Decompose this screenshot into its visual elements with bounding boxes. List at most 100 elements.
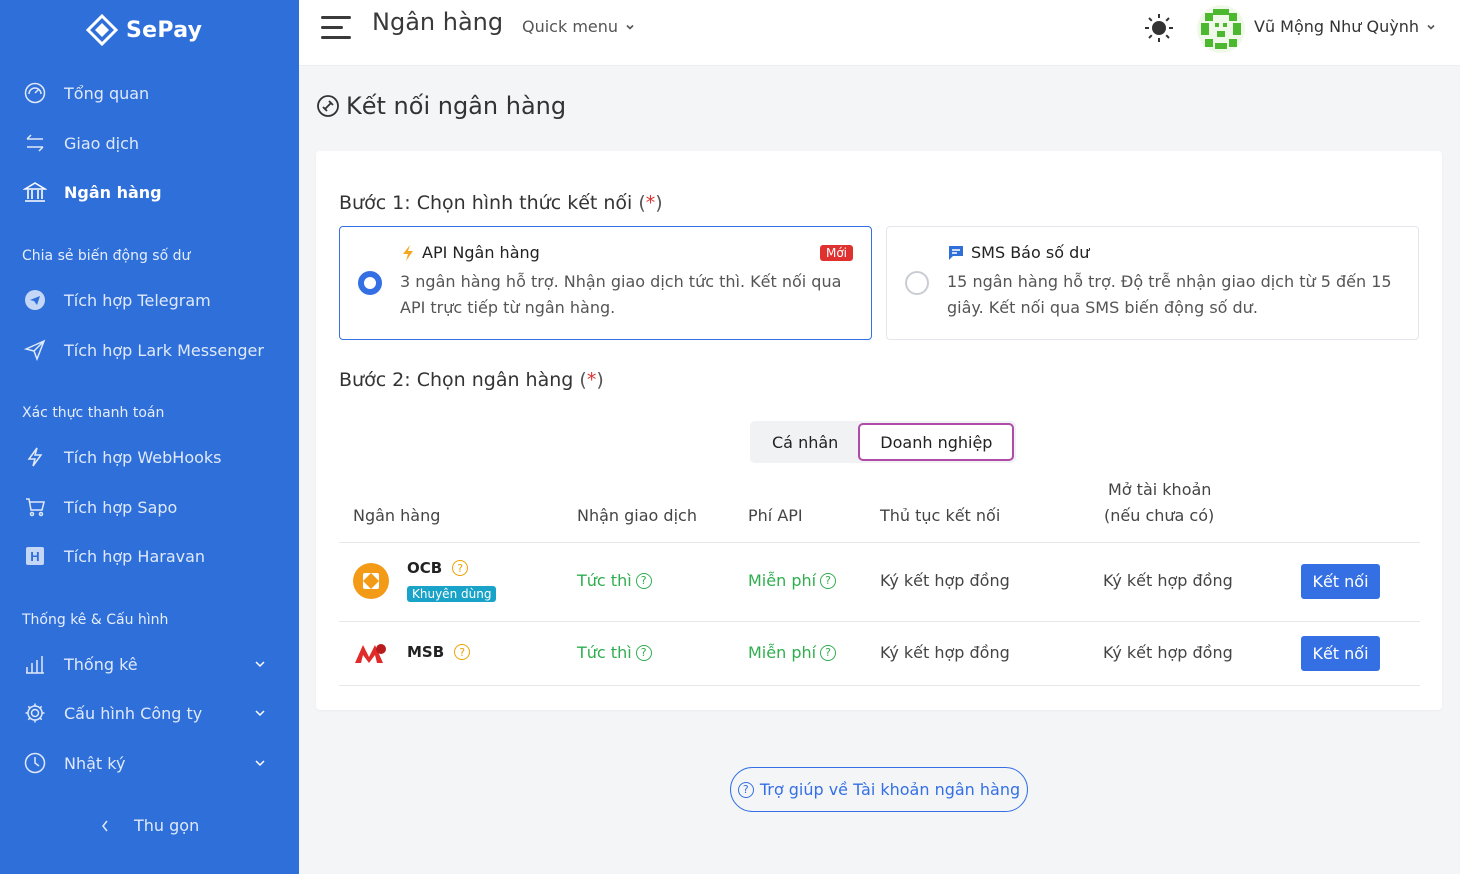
- fee-cell: Miễn phí ?: [748, 571, 837, 590]
- clock-icon: [22, 750, 48, 776]
- theme-toggle-sun-icon[interactable]: [1142, 11, 1176, 45]
- bank-name: OCB: [407, 559, 443, 577]
- toggle-business[interactable]: Doanh nghiệp: [858, 423, 1015, 461]
- collapse-label: Thu gọn: [134, 816, 200, 835]
- help-button-label: Trợ giúp về Tài khoản ngân hàng: [759, 780, 1021, 799]
- content-title: Kết nối ngân hàng: [316, 92, 566, 120]
- account-type-toggle: Cá nhân Doanh nghiệp: [750, 421, 1017, 463]
- sidebar-item-label: Tổng quan: [64, 83, 150, 103]
- haravan-icon: H: [22, 543, 48, 569]
- help-icon[interactable]: ?: [452, 560, 469, 576]
- th-open-line2: (nếu chưa có): [1104, 506, 1215, 525]
- option-sms-desc: 15 ngân hàng hỗ trợ. Độ trễ nhận giao dị…: [947, 272, 1392, 317]
- required-mark: *: [645, 192, 656, 214]
- sidebar-item-label: Ngân hàng: [64, 182, 162, 202]
- help-icon[interactable]: ?: [820, 644, 837, 661]
- bank-icon: [22, 179, 48, 205]
- sidebar-item-overview[interactable]: Tổng quan: [22, 75, 282, 111]
- sidebar-item-company-config[interactable]: Cấu hình Công ty: [22, 695, 282, 731]
- th-bank: Ngân hàng: [353, 506, 441, 525]
- option-sms-title: SMS Báo số dư: [971, 243, 1090, 262]
- receive-cell: Tức thì ?: [577, 643, 652, 662]
- sidebar-item-label: Thống kê: [64, 654, 138, 674]
- quick-menu-label: Quick menu: [522, 17, 619, 36]
- collapse-sidebar-button[interactable]: Thu gọn: [100, 816, 199, 835]
- sidebar-item-label: Tích hợp Lark Messenger: [64, 340, 264, 360]
- sidebar-item-sapo[interactable]: Tích hợp Sapo: [22, 489, 282, 525]
- sidebar-item-bank[interactable]: Ngân hàng: [22, 174, 282, 210]
- sidebar-item-log[interactable]: Nhật ký: [22, 745, 282, 781]
- sidebar-item-haravan[interactable]: H Tích hợp Haravan: [22, 538, 282, 574]
- transactions-icon: [22, 130, 48, 156]
- radio-api-bank[interactable]: [358, 271, 382, 295]
- radio-sms[interactable]: [905, 271, 929, 295]
- send-icon: [22, 337, 48, 363]
- option-api-bank[interactable]: API Ngân hàng Mới 3 ngân hàng hỗ trợ. Nh…: [339, 226, 872, 340]
- sidebar-item-webhooks[interactable]: Tích hợp WebHooks: [22, 439, 282, 475]
- section-stats-label: Thống kê & Cấu hình: [22, 612, 169, 628]
- required-indicator: (*): [579, 369, 604, 391]
- option-api-bank-header: API Ngân hàng: [400, 243, 540, 262]
- lightning-icon: [22, 444, 48, 470]
- lightning-icon: [403, 244, 413, 261]
- help-icon[interactable]: ?: [454, 644, 471, 660]
- toggle-personal[interactable]: Cá nhân: [752, 423, 858, 461]
- sidebar-item-telegram[interactable]: Tích hợp Telegram: [22, 282, 282, 318]
- sidebar-item-label: Tích hợp Telegram: [64, 290, 211, 310]
- sidebar-item-label: Cấu hình Công ty: [64, 703, 203, 723]
- option-sms[interactable]: SMS Báo số dư 15 ngân hàng hỗ trợ. Độ tr…: [886, 226, 1419, 340]
- th-fee: Phí API: [748, 506, 803, 525]
- fee-cell: Miễn phí ?: [748, 643, 837, 662]
- divider: [339, 685, 1420, 686]
- chart-icon: [22, 651, 48, 677]
- step2-title-text: Bước 2: Chọn ngân hàng: [339, 369, 574, 391]
- procedure-cell: Ký kết hợp đồng: [880, 643, 1010, 662]
- section-verify-label: Xác thực thanh toán: [22, 405, 165, 421]
- th-procedure: Thủ tục kết nối: [880, 506, 1001, 525]
- svg-text:H: H: [30, 549, 39, 564]
- procedure-cell: Ký kết hợp đồng: [880, 571, 1010, 590]
- chevron-left-icon: [102, 820, 108, 831]
- receive-cell: Tức thì ?: [577, 571, 652, 590]
- sidebar-item-statistics[interactable]: Thống kê: [22, 646, 282, 682]
- sidebar-item-transactions[interactable]: Giao dịch: [22, 125, 282, 161]
- bank-name-cell: OCB ?: [407, 559, 469, 577]
- new-badge: Mới: [819, 245, 853, 261]
- brand-name: SePay: [126, 17, 203, 43]
- connect-button-ocb[interactable]: Kết nối: [1301, 564, 1380, 599]
- required-indicator: (*): [638, 192, 663, 214]
- quick-menu-dropdown[interactable]: Quick menu: [522, 17, 636, 36]
- bank-name: MSB: [407, 643, 445, 661]
- user-name: Vũ Mộng Như Quỳnh: [1254, 17, 1419, 36]
- chevron-down-icon[interactable]: [252, 656, 268, 672]
- connect-button-msb[interactable]: Kết nối: [1301, 636, 1380, 671]
- help-icon[interactable]: ?: [635, 572, 652, 589]
- step1-title: Bước 1: Chọn hình thức kết nối (*): [339, 192, 663, 214]
- required-mark: *: [586, 369, 597, 391]
- user-menu[interactable]: Vũ Mộng Như Quỳnh: [1254, 17, 1437, 36]
- sidebar: SePay Tổng quan Giao dịch Ngân hàng Chia…: [0, 0, 299, 874]
- gear-icon: [22, 700, 48, 726]
- receive-value: Tức thì: [577, 643, 632, 662]
- menu-toggle-icon[interactable]: [321, 16, 351, 42]
- help-icon[interactable]: ?: [820, 572, 837, 589]
- topbar: Ngân hàng Quick menu Vũ Mộng Như Quỳnh: [299, 0, 1460, 66]
- bank-account-help-button[interactable]: ? Trợ giúp về Tài khoản ngân hàng: [730, 767, 1028, 812]
- section-share-label: Chia sẻ biến động số dư: [22, 248, 191, 264]
- option-sms-header: SMS Báo số dư: [947, 243, 1089, 262]
- avatar[interactable]: [1197, 5, 1245, 53]
- chevron-down-icon[interactable]: [252, 755, 268, 771]
- content-title-text: Kết nối ngân hàng: [346, 92, 567, 120]
- brand-logo[interactable]: SePay: [86, 12, 202, 48]
- page-title: Ngân hàng: [372, 8, 504, 36]
- chat-icon: [949, 245, 963, 260]
- fee-value: Miễn phí: [748, 571, 817, 590]
- recommended-badge: Khuyên dùng: [407, 586, 497, 602]
- open-account-cell: Ký kết hợp đồng: [1103, 643, 1233, 662]
- msb-logo-icon: [355, 644, 386, 663]
- dashboard-icon: [22, 80, 48, 106]
- chevron-down-icon[interactable]: [252, 705, 268, 721]
- sidebar-item-lark[interactable]: Tích hợp Lark Messenger: [22, 332, 282, 368]
- help-icon[interactable]: ?: [635, 644, 652, 661]
- plug-icon: [317, 95, 339, 117]
